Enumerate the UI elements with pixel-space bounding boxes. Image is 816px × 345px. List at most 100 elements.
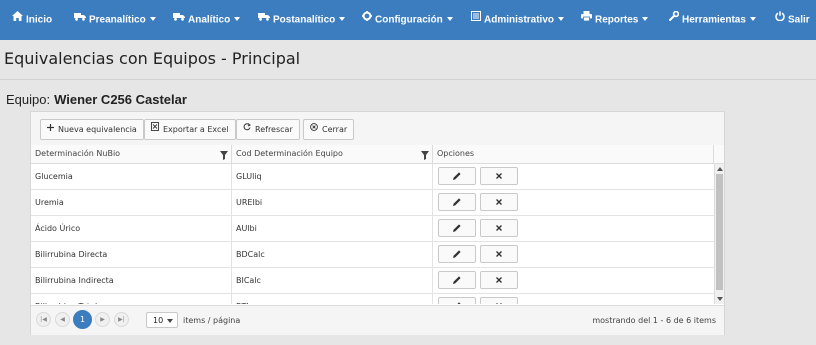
nav-preanalitico-label: Preanalítico xyxy=(89,14,146,26)
equivalencias-grid: Nueva equivalencia Exportar a Excel Refr… xyxy=(30,111,725,335)
equipo-label: Equipo: xyxy=(6,92,51,107)
column-header-codigo-label: Cod Determinación Equipo xyxy=(236,149,343,158)
chevron-down-icon xyxy=(167,319,173,323)
column-header-determinacion[interactable]: Determinación NuBio xyxy=(31,145,232,163)
new-equivalencia-label: Nueva equivalencia xyxy=(58,125,137,134)
cell-opciones xyxy=(433,268,714,293)
refresh-button[interactable]: Refrescar xyxy=(236,119,300,140)
grid-toolbar: Nueva equivalencia Exportar a Excel Refr… xyxy=(31,112,724,146)
delete-button[interactable] xyxy=(480,271,518,289)
nav-analitico-label: Analítico xyxy=(188,14,231,26)
equipo-name: Wiener C256 Castelar xyxy=(54,92,187,107)
nav-configuracion[interactable]: Configuración xyxy=(362,0,453,40)
close-icon xyxy=(496,173,502,179)
nav-herramientas[interactable]: Herramientas xyxy=(669,0,756,40)
chevron-down-icon xyxy=(558,17,565,21)
table-row: Ácido Úrico AUlbi xyxy=(31,216,714,242)
close-icon xyxy=(496,251,502,257)
cell-determinacion: Bilirrubina Indirecta xyxy=(31,268,232,293)
chevron-down-icon xyxy=(749,17,756,21)
scrollbar-thumb[interactable] xyxy=(716,174,723,290)
page-size-label: items / página xyxy=(183,316,241,325)
title-divider xyxy=(0,79,816,80)
refresh-label: Refrescar xyxy=(255,125,293,134)
nav-administrativo-label: Administrativo xyxy=(484,14,555,26)
delete-button[interactable] xyxy=(480,167,518,185)
export-excel-label: Exportar a Excel xyxy=(163,125,229,134)
edit-button[interactable] xyxy=(438,167,476,185)
nav-configuracion-label: Configuración xyxy=(375,14,443,26)
edit-button[interactable] xyxy=(438,271,476,289)
excel-icon xyxy=(151,119,159,138)
power-icon xyxy=(775,0,785,39)
edit-button[interactable] xyxy=(438,219,476,237)
cell-opciones xyxy=(433,216,714,241)
nav-reportes[interactable]: Reportes xyxy=(581,0,649,40)
nav-postanalitico[interactable]: Postanalítico xyxy=(258,0,346,40)
close-icon xyxy=(496,199,502,205)
close-label: Cerrar xyxy=(322,125,348,134)
vertical-scrollbar[interactable] xyxy=(714,164,724,304)
nav-inicio[interactable]: Inicio xyxy=(12,0,52,40)
cell-opciones xyxy=(433,190,714,215)
nav-salir[interactable]: Salir xyxy=(775,0,810,40)
next-page-button[interactable]: ▶ xyxy=(95,312,110,327)
nav-postanalitico-label: Postanalítico xyxy=(273,14,336,26)
export-excel-button[interactable]: Exportar a Excel xyxy=(144,119,236,140)
last-page-button[interactable]: ▶| xyxy=(114,312,129,327)
nav-administrativo[interactable]: Administrativo xyxy=(471,0,565,40)
wrench-icon xyxy=(669,0,680,39)
home-icon xyxy=(12,0,23,39)
page-size-value: 10 xyxy=(153,316,164,325)
pencil-icon xyxy=(453,224,461,232)
new-equivalencia-button[interactable]: Nueva equivalencia xyxy=(40,119,144,140)
scroll-up-icon[interactable] xyxy=(717,167,723,171)
cell-codigo: GLUliq xyxy=(232,164,433,189)
chevron-down-icon xyxy=(234,17,241,21)
cell-codigo: AUlbi xyxy=(232,216,433,241)
scroll-down-icon[interactable] xyxy=(717,297,723,301)
delete-button[interactable] xyxy=(480,245,518,263)
close-circle-icon xyxy=(310,119,318,138)
page-number-button[interactable]: 1 xyxy=(73,310,92,329)
column-header-opciones: Opciones xyxy=(433,145,714,163)
nav-preanalitico[interactable]: Preanalítico xyxy=(74,0,156,40)
nav-analitico[interactable]: Analítico xyxy=(173,0,241,40)
page-size-select[interactable]: 10 xyxy=(146,312,178,328)
grid-body: Glucemia GLUliq Uremia UREIbi Ácido Úric… xyxy=(31,164,724,304)
grid-header: Determinación NuBio Cod Determinación Eq… xyxy=(31,145,724,164)
table-row: Uremia UREIbi xyxy=(31,190,714,216)
chevron-down-icon xyxy=(339,17,346,21)
column-header-determinacion-label: Determinación NuBio xyxy=(35,149,121,158)
pencil-icon xyxy=(453,172,461,180)
edit-button[interactable] xyxy=(438,193,476,211)
refresh-icon xyxy=(243,119,251,138)
truck-icon xyxy=(258,0,270,39)
top-navbar: Inicio Preanalítico Analítico Postanalít… xyxy=(0,0,816,40)
plus-icon xyxy=(47,119,54,138)
cell-opciones xyxy=(433,294,714,304)
close-button[interactable]: Cerrar xyxy=(303,119,355,140)
close-icon xyxy=(496,303,502,304)
cell-codigo: BDCalc xyxy=(232,242,433,267)
edit-button[interactable] xyxy=(438,245,476,263)
cell-determinacion: Ácido Úrico xyxy=(31,216,232,241)
delete-button[interactable] xyxy=(480,297,518,304)
cell-codigo: BICalc xyxy=(232,268,433,293)
delete-button[interactable] xyxy=(480,193,518,211)
edit-button[interactable] xyxy=(438,297,476,304)
list-icon xyxy=(471,0,481,39)
delete-button[interactable] xyxy=(480,219,518,237)
close-icon xyxy=(496,277,502,283)
table-row: Bilirrubina Indirecta BICalc xyxy=(31,268,714,294)
cell-determinacion: Bilirrubina Directa xyxy=(31,242,232,267)
first-page-button[interactable]: |◀ xyxy=(36,312,51,327)
nav-inicio-label: Inicio xyxy=(26,14,53,26)
prev-page-button[interactable]: ◀ xyxy=(55,312,70,327)
page-title: Equivalencias con Equipos - Principal xyxy=(4,49,301,68)
column-header-opciones-label: Opciones xyxy=(437,149,475,158)
column-header-codigo[interactable]: Cod Determinación Equipo xyxy=(232,145,433,163)
equipo-line: Equipo: Wiener C256 Castelar xyxy=(6,92,187,107)
cell-determinacion: Glucemia xyxy=(31,164,232,189)
pencil-icon xyxy=(453,250,461,258)
